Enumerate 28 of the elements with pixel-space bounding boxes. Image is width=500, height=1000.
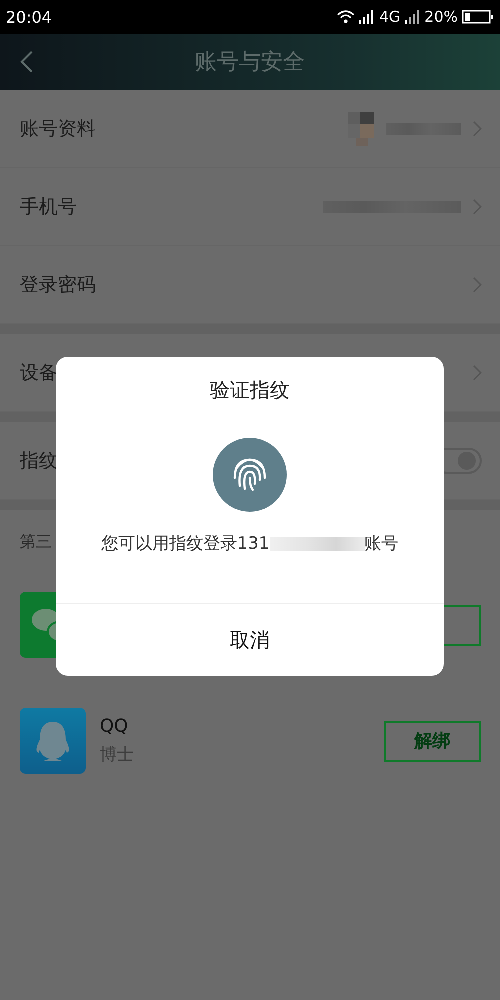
row-label: 账号资料 <box>20 116 96 142</box>
row-label: 登录密码 <box>20 272 96 298</box>
signal-icon <box>404 10 421 24</box>
unbind-button[interactable]: 解绑 <box>384 720 481 762</box>
cancel-button[interactable]: 取消 <box>56 603 444 676</box>
page-title: 账号与安全 <box>195 49 305 77</box>
battery-icon <box>462 10 494 24</box>
settings-row[interactable]: 手机号 <box>0 168 500 246</box>
row-label: 设备 <box>20 360 58 386</box>
fingerprint-icon <box>213 438 287 512</box>
dialog-title: 验证指纹 <box>210 377 290 404</box>
settings-row[interactable]: 登录密码 <box>0 246 500 324</box>
signal-icon <box>359 10 376 24</box>
section-heading: 第三 <box>20 532 52 553</box>
row-label: 手机号 <box>20 194 77 220</box>
penguin-icon <box>20 708 86 774</box>
chat-bubbles-icon <box>20 592 56 658</box>
dialog-message: 您可以用指纹登录131 <box>101 533 270 555</box>
wifi-icon <box>337 10 356 24</box>
settings-row[interactable]: 账号资料 <box>0 90 500 168</box>
network-type: 4G <box>379 8 401 26</box>
dialog-message-end: 账号 <box>364 533 399 555</box>
clock: 20:04 <box>6 8 52 26</box>
back-icon <box>20 50 34 74</box>
blurred-avatar <box>348 112 374 146</box>
account-name: QQ <box>100 716 130 737</box>
battery-percent: 20% <box>424 8 458 26</box>
row-label: 指纹 <box>20 448 58 474</box>
